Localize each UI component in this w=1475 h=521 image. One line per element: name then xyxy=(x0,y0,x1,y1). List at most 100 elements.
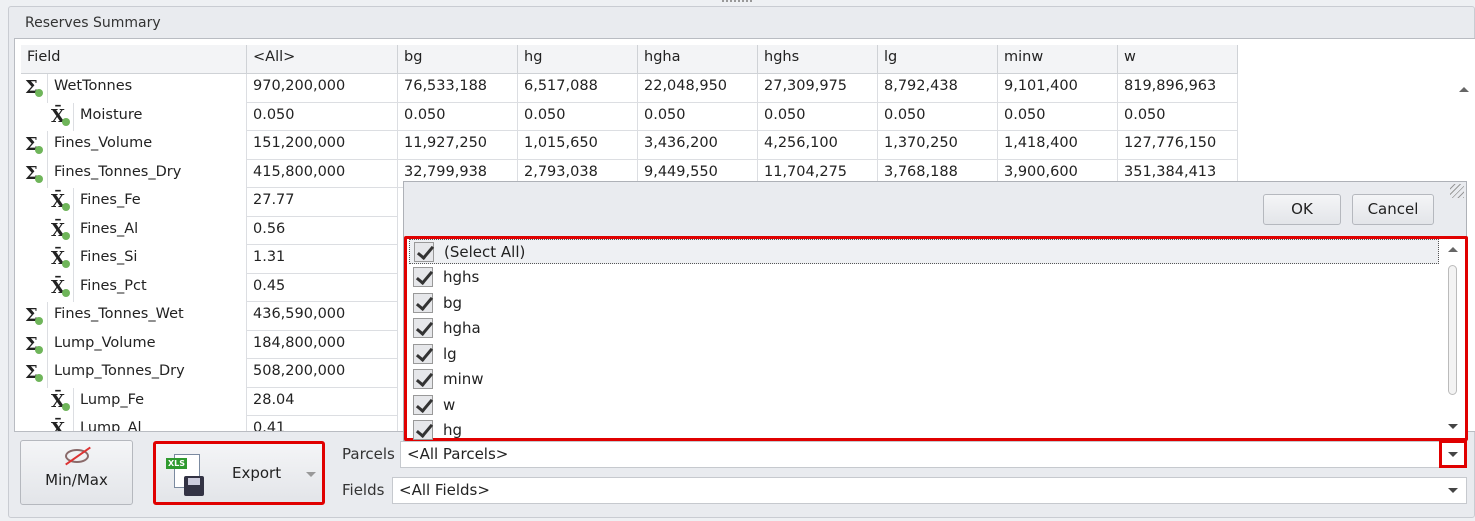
value-cell: 0.050 xyxy=(638,102,758,131)
field-cell: X̄ Lump_Fe xyxy=(21,387,247,416)
average-icon: X̄ xyxy=(51,276,70,298)
value-cell: 0.56 xyxy=(247,216,398,245)
checklist-item[interactable]: minw xyxy=(409,367,484,392)
table-row[interactable]: Σ Lump_Volume 184,800,000 xyxy=(21,330,398,359)
table-row[interactable]: Σ Lump_Tonnes_Dry 508,200,000 xyxy=(21,359,398,388)
field-cell: X̄ Fines_Si xyxy=(21,245,247,274)
cancel-button[interactable]: Cancel xyxy=(1352,194,1434,225)
grid-header-row: Field <All> bg hg hgha hghs lg minw w xyxy=(21,45,1238,74)
average-icon: X̄ xyxy=(51,390,70,412)
value-cell: 0.050 xyxy=(1118,102,1238,131)
table-row[interactable]: X̄ Fines_Al 0.56 xyxy=(21,216,398,245)
checkbox-checked-icon[interactable] xyxy=(413,292,433,313)
value-cell: 970,200,000 xyxy=(247,74,398,103)
eye-hidden-icon xyxy=(64,446,91,466)
scroll-up-icon[interactable] xyxy=(1448,247,1458,252)
field-name: Fines_Si xyxy=(73,245,246,274)
ok-button[interactable]: OK xyxy=(1263,194,1341,225)
value-cell: 22,048,950 xyxy=(638,74,758,103)
chevron-down-icon xyxy=(1448,452,1458,457)
field-cell: X̄ Fines_Fe xyxy=(21,188,247,217)
value-cell: 0.050 xyxy=(398,102,518,131)
export-button[interactable]: XLS Export xyxy=(153,441,325,505)
checklist-item-label: lg xyxy=(443,344,457,363)
value-cell: 11,927,250 xyxy=(398,131,518,160)
column-header-2[interactable]: bg xyxy=(398,45,518,74)
scroll-thumb[interactable] xyxy=(1448,265,1457,395)
value-cell: 151,200,000 xyxy=(247,131,398,160)
checklist-item[interactable]: hg xyxy=(409,418,462,443)
checklist-item-label: hgha xyxy=(443,319,481,337)
table-row[interactable]: X̄ Moisture 0.050 0.050 0.050 0.050 0.050 0.050… xyxy=(21,102,1238,131)
sum-icon: Σ xyxy=(25,362,43,383)
value-cell: 0.45 xyxy=(247,273,398,302)
field-name: Lump_Al xyxy=(73,416,246,431)
average-icon: X̄ xyxy=(51,191,70,212)
value-cell: 76,533,188 xyxy=(398,74,518,103)
checkbox-checked-icon[interactable] xyxy=(413,394,433,415)
table-row[interactable]: Σ Fines_Volume 151,200,000 11,927,250 1,015,… xyxy=(21,131,1238,160)
value-cell: 9,101,400 xyxy=(998,74,1118,103)
column-header-3[interactable]: hg xyxy=(518,45,638,74)
value-cell: 0.050 xyxy=(878,102,998,131)
field-cell: X̄ Lump_Al xyxy=(21,416,247,431)
field-cell: Σ Fines_Tonnes_Dry xyxy=(21,159,247,188)
column-header-1[interactable]: <All> xyxy=(247,45,398,74)
value-cell: 436,590,000 xyxy=(247,302,398,331)
chevron-down-icon[interactable] xyxy=(306,472,316,477)
resize-grip-icon[interactable] xyxy=(1450,184,1464,198)
value-cell: 0.050 xyxy=(518,102,638,131)
table-row[interactable]: X̄ Fines_Si 1.31 xyxy=(21,245,398,274)
value-cell: 1.31 xyxy=(247,245,398,274)
fields-combobox[interactable]: <All Fields> xyxy=(392,477,1467,504)
parcels-filter-popup: OK Cancel (Select All) hghs bg hgha lg minw w h… xyxy=(403,181,1468,443)
value-cell: 3,436,200 xyxy=(638,131,758,160)
fields-value: <All Fields> xyxy=(399,481,490,499)
checklist-item-label: bg xyxy=(443,293,463,312)
checkbox-checked-icon[interactable] xyxy=(413,267,433,287)
field-name: Moisture xyxy=(73,102,246,131)
checkbox-checked-icon[interactable] xyxy=(414,241,434,262)
checklist-item[interactable]: hghs xyxy=(409,265,479,290)
column-header-0[interactable]: Field xyxy=(21,45,247,74)
parcels-dropdown-button[interactable] xyxy=(1439,440,1467,468)
column-header-7[interactable]: minw xyxy=(998,45,1118,74)
checkbox-checked-icon[interactable] xyxy=(413,369,433,389)
scroll-down-icon[interactable] xyxy=(1448,424,1458,429)
field-cell: X̄ Fines_Pct xyxy=(21,273,247,302)
checklist-item[interactable]: (Select All) xyxy=(409,239,1439,264)
checklist-item[interactable]: lg xyxy=(409,341,457,366)
checklist-item[interactable]: bg xyxy=(409,290,462,315)
table-row[interactable]: X̄ Lump_Al 0.41 xyxy=(21,416,398,431)
checkbox-checked-icon[interactable] xyxy=(413,343,433,364)
parcels-value: <All Parcels> xyxy=(407,445,509,463)
table-row[interactable]: Σ Fines_Tonnes_Wet 436,590,000 xyxy=(21,302,398,331)
field-name: WetTonnes xyxy=(47,74,246,103)
splitter-grip[interactable] xyxy=(722,0,752,4)
checkbox-checked-icon[interactable] xyxy=(413,420,433,440)
field-cell: Σ WetTonnes xyxy=(21,74,247,103)
table-row[interactable]: Σ WetTonnes 970,200,000 76,533,188 6,517,088… xyxy=(21,74,1238,103)
checkbox-checked-icon[interactable] xyxy=(413,318,433,338)
column-header-5[interactable]: hghs xyxy=(758,45,878,74)
panel-title: Reserves Summary xyxy=(25,15,161,31)
table-row[interactable]: X̄ Fines_Pct 0.45 xyxy=(21,273,398,302)
value-cell: 415,800,000 xyxy=(247,159,398,188)
checklist-item[interactable]: hgha xyxy=(409,316,481,341)
table-row[interactable]: X̄ Fines_Fe 27.77 xyxy=(21,188,398,217)
chevron-down-icon[interactable] xyxy=(1448,488,1458,493)
column-header-6[interactable]: lg xyxy=(878,45,998,74)
parcels-label: Parcels xyxy=(342,445,395,463)
sum-icon: Σ xyxy=(25,162,43,184)
table-row[interactable]: X̄ Lump_Fe 28.04 xyxy=(21,387,398,416)
scroll-up-icon[interactable] xyxy=(1459,87,1469,92)
column-header-4[interactable]: hgha xyxy=(638,45,758,74)
parcels-combobox[interactable]: <All Parcels> xyxy=(400,441,1467,468)
list-scrollbar[interactable] xyxy=(1443,239,1463,438)
sum-icon: Σ xyxy=(25,134,43,155)
average-icon: X̄ xyxy=(51,105,70,127)
column-header-8[interactable]: w xyxy=(1118,45,1238,74)
checklist-item[interactable]: w xyxy=(409,392,455,417)
value-cell: 508,200,000 xyxy=(247,359,398,388)
minmax-button[interactable]: Min/Max xyxy=(20,440,133,505)
